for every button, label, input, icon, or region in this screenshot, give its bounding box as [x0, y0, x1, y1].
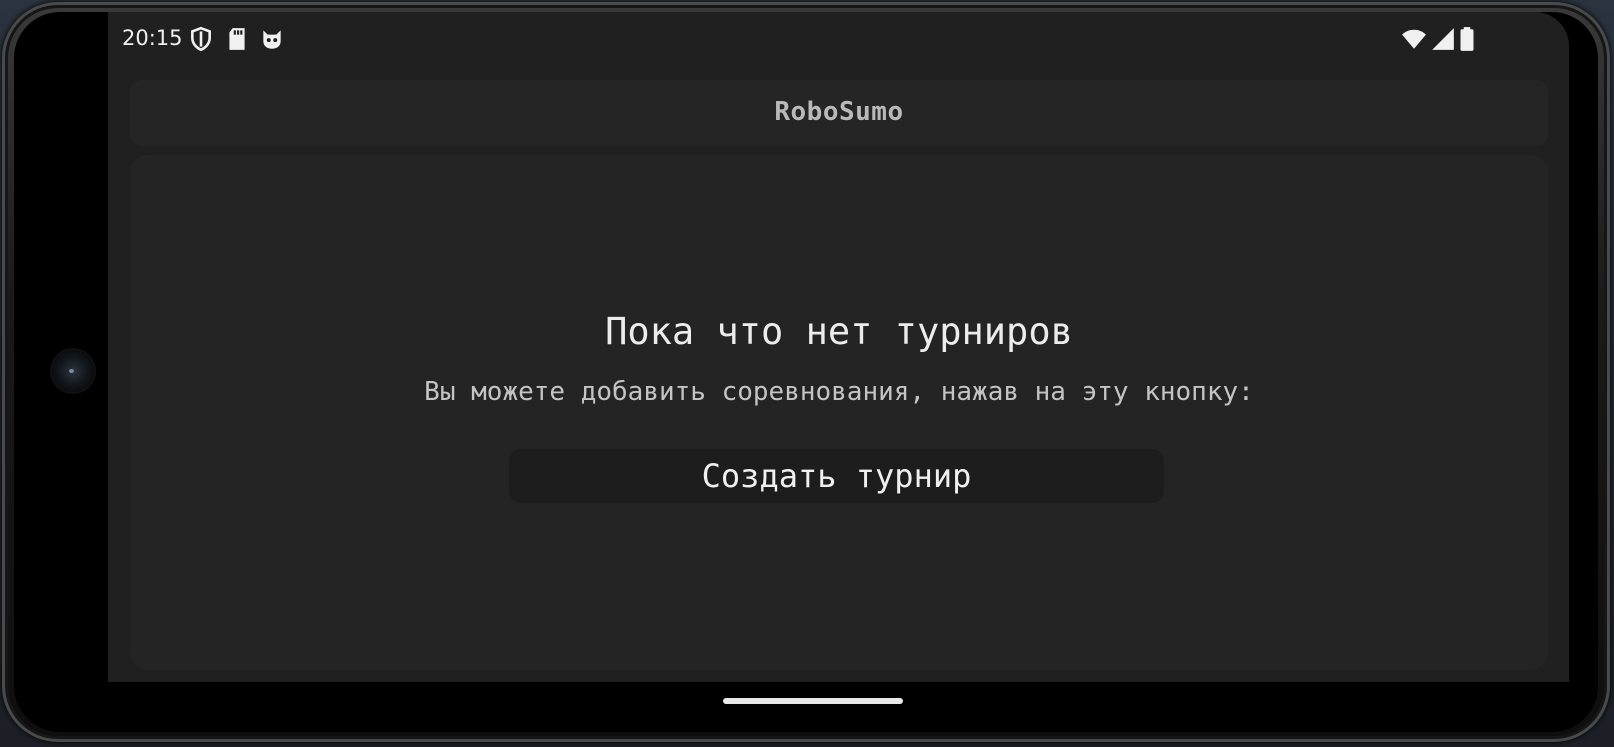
signal-icon	[1432, 28, 1454, 50]
phone-screen: 20:15 RoboSumo Пока что нет турниров Вы …	[108, 12, 1569, 682]
app-bar: RoboSumo	[130, 80, 1548, 146]
empty-state-subtitle: Вы можете добавить соревнования, нажав н…	[424, 377, 1254, 407]
app-title: RoboSumo	[774, 97, 904, 127]
cat-face-icon	[263, 30, 281, 49]
gesture-handle[interactable]	[723, 698, 903, 704]
status-bar: 20:15	[108, 12, 1569, 64]
navigation-bar	[108, 682, 1528, 730]
sd-card-icon	[229, 28, 245, 50]
wifi-icon	[1402, 29, 1426, 49]
front-camera-icon	[52, 350, 94, 392]
status-time: 20:15	[122, 26, 183, 50]
empty-state-title: Пока что нет турниров	[605, 310, 1073, 353]
shield-icon	[191, 26, 211, 52]
camera-lens	[69, 369, 74, 373]
empty-state-card: Пока что нет турниров Вы можете добавить…	[130, 155, 1548, 670]
battery-icon	[1460, 27, 1474, 51]
create-tournament-button[interactable]: Создать турнир	[509, 449, 1164, 503]
